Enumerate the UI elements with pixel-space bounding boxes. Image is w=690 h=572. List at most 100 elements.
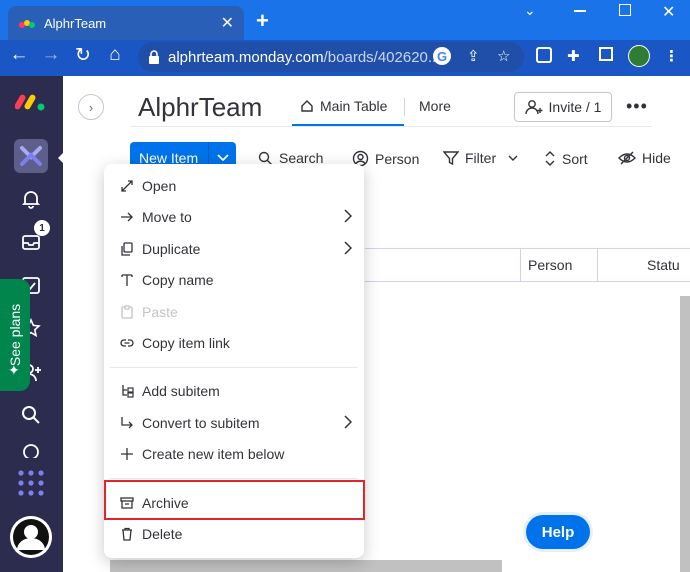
tab-more-label: More: [419, 98, 451, 114]
reload-icon[interactable]: ↻: [70, 44, 96, 67]
hide-label: Hide: [642, 150, 671, 166]
menu-item-move-to[interactable]: Move to: [104, 202, 364, 232]
close-tab-icon[interactable]: ✕: [221, 13, 234, 33]
sort-icon: [545, 151, 555, 166]
minimize-button[interactable]: [574, 10, 586, 12]
menu-item-add-subitem[interactable]: Add subitem: [104, 376, 364, 406]
maximize-button[interactable]: [619, 4, 631, 16]
menu-item-copy-name[interactable]: Copy name: [104, 265, 364, 295]
bookmark-star-icon[interactable]: ☆: [497, 47, 510, 65]
archive-highlight-box: [104, 480, 365, 520]
person-label: Person: [375, 150, 420, 167]
filter-button[interactable]: Filter: [443, 150, 518, 166]
chevron-right-icon: [344, 209, 352, 223]
help-button[interactable]: Help: [526, 515, 590, 549]
expand-icon: [104, 179, 142, 193]
menu-item-copy-item-link[interactable]: Copy item link: [104, 328, 364, 358]
column-header-person[interactable]: Person: [528, 249, 572, 281]
google-icon[interactable]: G: [433, 47, 451, 65]
puzzle-icon[interactable]: ✚: [567, 47, 580, 65]
back-icon[interactable]: ←: [6, 44, 32, 66]
close-window-button[interactable]: ✕: [662, 2, 675, 22]
board-more-icon[interactable]: •••: [626, 96, 648, 117]
forward-icon[interactable]: →: [38, 44, 64, 66]
search-icon[interactable]: [14, 398, 48, 432]
menu-item-paste: Paste: [104, 297, 364, 327]
table-header: Person Statu: [365, 248, 690, 282]
active-indicator: [58, 152, 64, 164]
plus-icon: [104, 447, 142, 461]
lock-icon: [149, 50, 159, 64]
menu-item-create-new-item-below[interactable]: Create new item below: [104, 439, 364, 469]
column-divider: [520, 249, 521, 281]
horizontal-scrollbar[interactable]: [110, 560, 502, 572]
url-path: /boards/402620...: [323, 48, 441, 66]
menu-item-label: Create new item below: [142, 446, 285, 462]
monday-logo-icon[interactable]: [14, 84, 48, 118]
apps-grid-icon[interactable]: [14, 466, 48, 500]
column-divider: [597, 249, 598, 281]
clipboard-icon: [104, 305, 142, 319]
help-question-icon[interactable]: [14, 438, 48, 458]
share-icon[interactable]: ⇪: [467, 47, 480, 65]
subitem-icon: [104, 384, 142, 398]
vertical-scrollbar[interactable]: [680, 296, 690, 572]
menu-divider: [110, 478, 358, 479]
menu-item-label: Convert to subitem: [142, 415, 260, 431]
tab-search-icon[interactable]: ⌄: [524, 2, 536, 19]
menu-item-label: Copy item link: [142, 335, 230, 351]
menu-item-label: Add subitem: [142, 383, 220, 399]
browser-tab-bar: AlphrTeam ✕ + ⌄ ✕: [0, 0, 690, 40]
see-plans-label: See plans: [7, 303, 23, 367]
board-title[interactable]: AlphrTeam: [138, 92, 262, 123]
browser-tab[interactable]: AlphrTeam ✕: [8, 6, 244, 40]
link-icon: [104, 338, 142, 348]
tab-main-table-label: Main Table: [320, 98, 388, 114]
workspace-icon[interactable]: [14, 139, 48, 173]
extension-icon[interactable]: [536, 47, 552, 63]
hide-button[interactable]: Hide: [618, 150, 671, 166]
sort-button[interactable]: Sort: [544, 150, 588, 167]
tab-title: AlphrTeam: [44, 15, 107, 31]
user-avatar-icon[interactable]: [10, 516, 52, 558]
chevron-right-icon: [344, 415, 352, 429]
header-divider: [130, 126, 652, 127]
menu-item-label: Move to: [142, 209, 192, 225]
notification-badge: 1: [34, 220, 50, 236]
sort-label: Sort: [562, 150, 588, 167]
column-header-status[interactable]: Statu: [647, 249, 680, 281]
convert-icon: [104, 416, 142, 430]
profile-avatar-icon[interactable]: [628, 45, 650, 67]
chevron-down-icon: [508, 155, 518, 161]
chevron-right-icon: [344, 241, 352, 255]
expand-sidebar-button[interactable]: ›: [78, 94, 104, 120]
menu-item-label: Duplicate: [142, 241, 201, 257]
tab-more[interactable]: More: [419, 98, 451, 114]
person-filter-button[interactable]: Person: [352, 150, 419, 167]
tab-divider: [404, 98, 405, 116]
home-icon[interactable]: ⌂: [102, 44, 128, 66]
menu-item-label: Open: [142, 178, 177, 194]
menu-item-label: Delete: [142, 526, 183, 542]
invite-button[interactable]: Invite / 1: [514, 92, 612, 122]
text-icon: [104, 273, 142, 287]
new-tab-button[interactable]: +: [256, 8, 269, 34]
menu-item-label: Paste: [142, 304, 178, 320]
bell-icon[interactable]: [14, 182, 48, 216]
menu-item-duplicate[interactable]: Duplicate: [104, 234, 364, 264]
filter-icon: [443, 151, 459, 166]
sparkle-icon: ✦: [8, 362, 20, 378]
side-panel-icon[interactable]: [599, 47, 613, 61]
menu-item-delete[interactable]: Delete: [104, 519, 364, 549]
menu-item-convert-to-subitem[interactable]: Convert to subitem: [104, 408, 364, 438]
filter-label: Filter: [465, 150, 497, 166]
menu-item-label: Copy name: [142, 272, 214, 288]
invite-label: Invite / 1: [548, 99, 602, 115]
tab-main-table[interactable]: Main Table: [300, 98, 387, 114]
menu-item-open[interactable]: Open: [104, 171, 364, 201]
browser-menu-icon[interactable]: ⋮: [664, 47, 679, 65]
url-host: alphrteam.monday.com: [168, 48, 324, 66]
home-icon: [301, 100, 313, 112]
arrow-right-icon: [104, 211, 142, 223]
monday-favicon-icon: [18, 16, 36, 30]
